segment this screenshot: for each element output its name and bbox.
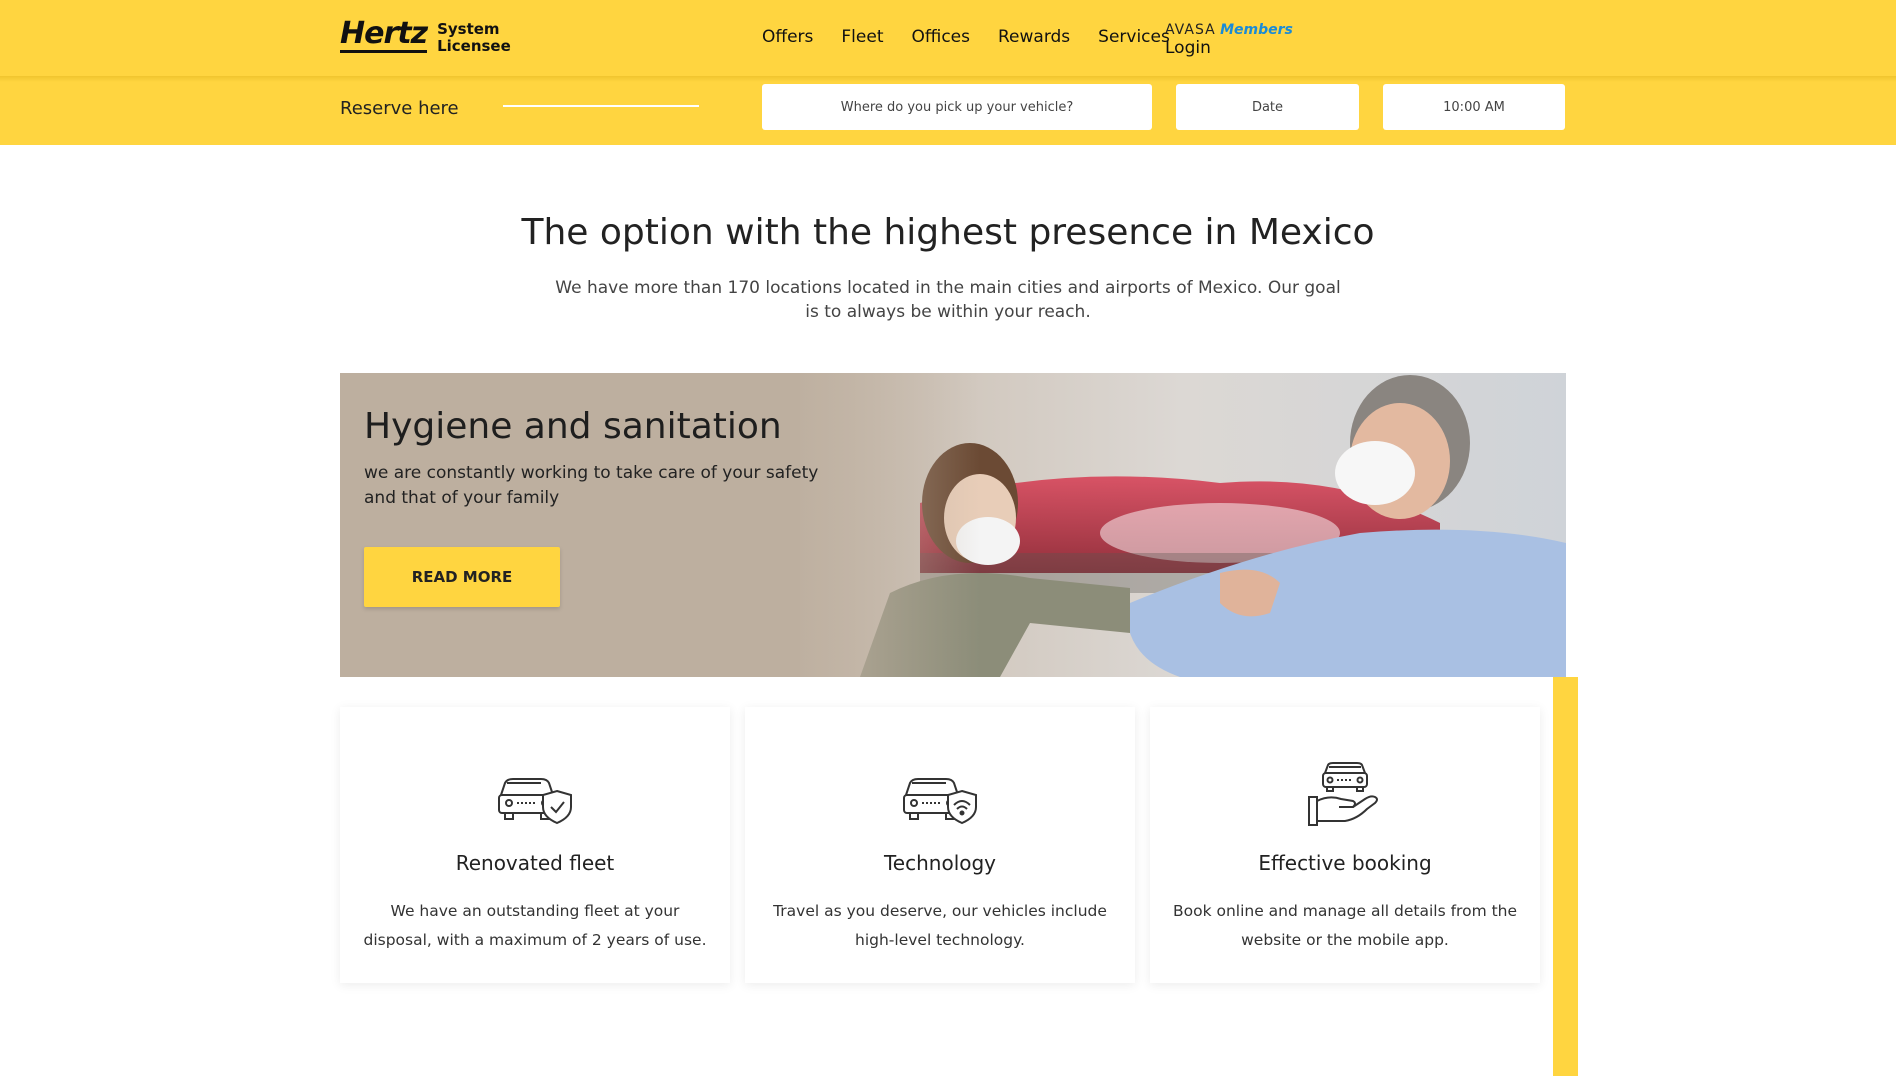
card-title: Technology (883, 851, 997, 875)
members-login[interactable]: AVASA Members Login (1165, 21, 1293, 57)
nav-item-rewards[interactable]: Rewards (998, 27, 1070, 47)
card-title: Renovated fleet (455, 851, 615, 875)
logo-subtitle-line1: System (437, 20, 500, 38)
members-logo: AVASA Members (1165, 21, 1293, 39)
reservation-bar: Reserve here Where do you pick up your v… (0, 82, 1896, 145)
read-more-button[interactable]: READ MORE (364, 547, 560, 607)
hygiene-banner: Hygiene and sanitation we are constantly… (340, 373, 1566, 677)
hertz-logo[interactable]: Hertz System Licensee (340, 18, 511, 58)
feature-card-technology: Technology Travel as you deserve, our ve… (745, 707, 1135, 983)
pickup-location-input[interactable]: Where do you pick up your vehicle? (762, 84, 1152, 130)
reserve-label: Reserve here (340, 98, 459, 119)
logo-subtitle-line2: Licensee (437, 37, 511, 55)
card-text: Book online and manage all details from … (1172, 902, 1518, 949)
reserve-divider (503, 105, 699, 107)
card-text: Travel as you deserve, our vehicles incl… (773, 902, 1107, 949)
car-shield-wifi-icon (903, 778, 977, 825)
banner-text: we are constantly working to take care o… (364, 463, 819, 508)
date-input[interactable]: Date (1176, 84, 1359, 130)
feature-card-renovated-fleet: Renovated fleet We have an outstanding f… (340, 707, 730, 983)
logo-wordmark: Hertz (340, 16, 428, 53)
car-hand-icon (1308, 762, 1378, 826)
yellow-accent-bar (1553, 677, 1578, 1076)
nav-item-fleet[interactable]: Fleet (841, 27, 883, 47)
banner-fade (780, 373, 980, 677)
section-description: We have more than 170 locations located … (555, 278, 1341, 322)
nav-item-offers[interactable]: Offers (762, 27, 813, 47)
feature-card-effective-booking: Effective booking Book online and manage… (1150, 707, 1540, 983)
logo-subtitle: System Licensee (437, 21, 511, 55)
banner-title: Hygiene and sanitation (364, 406, 782, 447)
nav-item-services[interactable]: Services (1098, 27, 1170, 47)
login-link[interactable]: Login (1165, 39, 1293, 57)
card-text: We have an outstanding fleet at your dis… (363, 902, 707, 949)
top-header: Hertz System Licensee Offers Fleet Offic… (0, 0, 1896, 78)
members-label: Members (1220, 22, 1293, 38)
section-title: The option with the highest presence in … (521, 212, 1375, 253)
time-input[interactable]: 10:00 AM (1383, 84, 1565, 130)
members-brand: AVASA (1165, 22, 1216, 38)
nav-item-offices[interactable]: Offices (912, 27, 970, 47)
car-shield-check-icon (498, 778, 572, 825)
main-nav: Offers Fleet Offices Rewards Services (762, 27, 1198, 47)
card-title: Effective booking (1258, 851, 1432, 875)
